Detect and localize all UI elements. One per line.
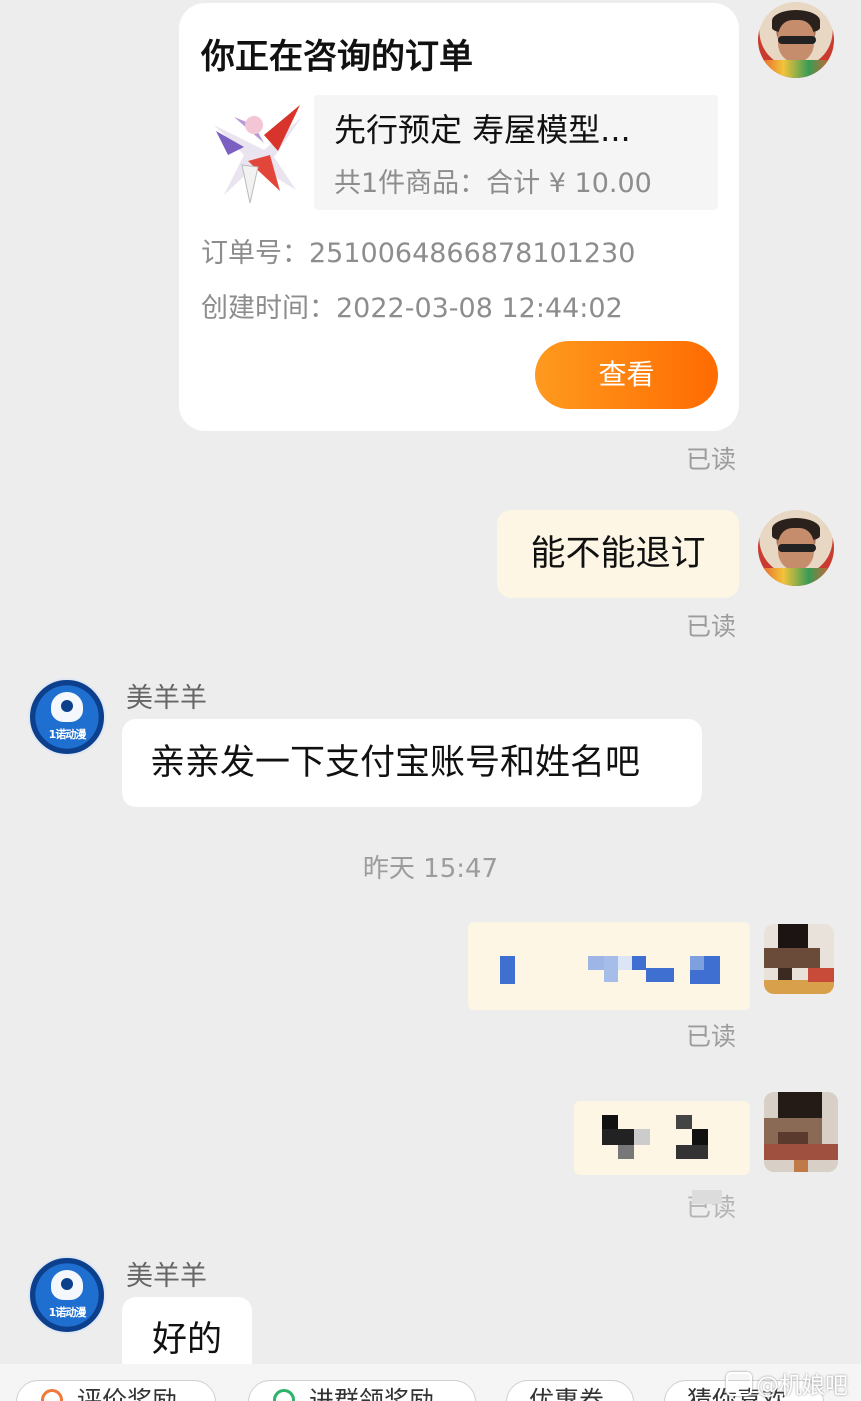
- my-avatar-redacted[interactable]: [764, 1092, 838, 1172]
- message-bubble-incoming[interactable]: 亲亲发一下支付宝账号和姓名吧: [122, 719, 702, 807]
- chat-bubble-icon: [726, 1372, 752, 1396]
- message-timestamp: 昨天 15:47: [362, 854, 499, 884]
- message-bubble-outgoing-redacted[interactable]: [468, 922, 750, 1010]
- read-status: 已读: [686, 612, 737, 641]
- read-status: 已读: [686, 445, 737, 474]
- order-number: 订单号：2510064866878101230: [201, 238, 636, 269]
- order-card-title: 你正在咨询的订单: [201, 37, 473, 77]
- message-bubble-outgoing[interactable]: 能不能退订: [497, 510, 739, 598]
- gift-icon: [41, 1389, 63, 1401]
- quick-reply-label: 评价奖励: [77, 1386, 178, 1401]
- sender-name: 美羊羊: [126, 683, 207, 714]
- my-avatar[interactable]: [758, 510, 834, 586]
- order-created-time: 创建时间：2022-03-08 12:44:02: [201, 293, 623, 324]
- quick-reply-chip[interactable]: 评价奖励: [16, 1380, 216, 1401]
- view-order-button[interactable]: 查看: [535, 341, 718, 409]
- order-card[interactable]: 你正在咨询的订单 先行预定 寿屋模型... 共1件商品：合计 ¥ 10.00 订…: [179, 3, 739, 431]
- message-bubble-outgoing-redacted[interactable]: [574, 1101, 750, 1175]
- group-icon: [273, 1389, 295, 1401]
- product-thumbnail[interactable]: [204, 95, 308, 210]
- my-avatar-redacted[interactable]: [764, 924, 834, 994]
- watermark-text: @机娘吧: [756, 1373, 848, 1399]
- product-info[interactable]: 先行预定 寿屋模型... 共1件商品：合计 ¥ 10.00: [314, 95, 718, 210]
- shop-avatar[interactable]: 1诺动漫: [28, 1256, 106, 1334]
- quick-reply-chip[interactable]: 进群领奖励: [248, 1380, 476, 1401]
- quick-reply-chip[interactable]: 优惠券: [506, 1380, 634, 1401]
- read-status: 已读: [686, 1022, 737, 1051]
- order-total: 共1件商品：合计 ¥ 10.00: [334, 168, 652, 199]
- product-name: 先行预定 寿屋模型...: [334, 111, 631, 149]
- quick-reply-label: 优惠券: [529, 1386, 605, 1401]
- shop-avatar[interactable]: 1诺动漫: [28, 678, 106, 756]
- my-avatar[interactable]: [758, 2, 834, 78]
- quick-reply-label: 进群领奖励: [309, 1386, 435, 1401]
- watermark: @机娘吧: [726, 1366, 848, 1400]
- sender-name: 美羊羊: [126, 1261, 207, 1292]
